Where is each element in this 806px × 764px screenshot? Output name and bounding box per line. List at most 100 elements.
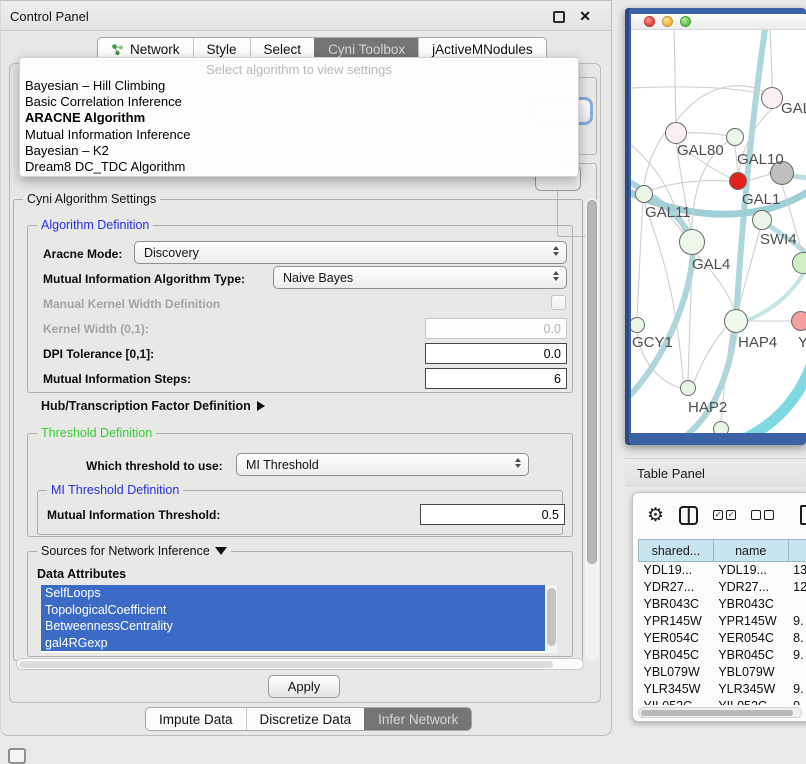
- close-icon[interactable]: ✕: [579, 8, 591, 25]
- horizontal-scrollbar-thumb[interactable]: [19, 661, 553, 668]
- control-panel: Control Panel ✕ NetworkStyleSelectCyni T…: [0, 0, 612, 736]
- table-row[interactable]: YDL19...YDL19...13: [639, 562, 806, 579]
- aracne-mode-select[interactable]: Discovery: [134, 241, 567, 264]
- tab-infer-network[interactable]: Infer Network: [364, 708, 471, 730]
- mi-algorithm-type-value: Naive Bayes: [283, 271, 353, 285]
- column-header-3[interactable]: [788, 540, 806, 562]
- apply-button[interactable]: Apply: [268, 675, 340, 698]
- cyni-settings-legend: Cyni Algorithm Settings: [23, 192, 160, 206]
- export-table-icon[interactable]: [800, 505, 806, 525]
- network-canvas[interactable]: GALGAL80GAL10GAL1GAL11SWI4GAL4GCY1HAP4YH…: [631, 30, 806, 433]
- float-window-icon[interactable]: [553, 11, 565, 23]
- dpi-tolerance-field[interactable]: 0.0: [425, 343, 567, 364]
- vertical-scrollbar-thumb[interactable]: [587, 200, 597, 564]
- table-row[interactable]: YBR043CYBR043C: [639, 596, 806, 613]
- node-gal11[interactable]: [635, 185, 653, 203]
- table-row[interactable]: YBL079WYBL079W: [639, 664, 806, 681]
- node-hap2[interactable]: [680, 380, 696, 396]
- tab-label: Infer Network: [378, 712, 458, 727]
- tab-label: Select: [264, 42, 302, 57]
- close-button[interactable]: [644, 16, 655, 27]
- which-threshold-select[interactable]: MI Threshold: [236, 453, 529, 476]
- mi-steps-label: Mutual Information Steps:: [43, 372, 191, 386]
- node-swi4[interactable]: [752, 210, 772, 230]
- algorithm-option-aracne-algorithm[interactable]: ARACNE Algorithm: [20, 110, 578, 126]
- network-window-titlebar: [631, 14, 806, 30]
- column-header-name[interactable]: name: [713, 540, 788, 562]
- attribute-item-betweennesscentrality[interactable]: BetweennessCentrality: [41, 618, 557, 635]
- mi-threshold-field[interactable]: 0.5: [420, 504, 565, 525]
- node-label-swi4: SWI4: [760, 231, 797, 248]
- mi-algorithm-type-select[interactable]: Naive Bayes: [273, 266, 567, 289]
- tab-discretize-data[interactable]: Discretize Data: [246, 708, 365, 730]
- table-row[interactable]: YIL052CYIL052C9: [639, 698, 806, 706]
- node-pink-top[interactable]: [761, 87, 783, 109]
- list-scrollbar-thumb[interactable]: [547, 588, 556, 646]
- network-view-frame: GALGAL80GAL10GAL1GAL11SWI4GAL4GCY1HAP4YH…: [631, 14, 806, 433]
- algorithm-option-bayesian-k2[interactable]: Bayesian – K2: [20, 143, 578, 159]
- attribute-item-selfloops[interactable]: SelfLoops: [41, 585, 557, 602]
- table-scrollbar-thumb[interactable]: [641, 710, 793, 717]
- mi-threshold-definition-legend: MI Threshold Definition: [47, 483, 183, 497]
- sources-legend[interactable]: Sources for Network Inference: [37, 544, 231, 558]
- table-row[interactable]: YPR145WYPR145W9.: [639, 613, 806, 630]
- node-gal10[interactable]: [726, 128, 744, 146]
- node-gal80[interactable]: [665, 122, 687, 144]
- table-horizontal-scrollbar[interactable]: [638, 707, 802, 718]
- tab-impute-data[interactable]: Impute Data: [146, 708, 246, 730]
- mi-algorithm-type-label: Mutual Information Algorithm Type:: [43, 272, 245, 286]
- table-row[interactable]: YBR045CYBR045C9.: [639, 647, 806, 664]
- unchecked-box-icon: [764, 510, 774, 520]
- deselect-all-icon[interactable]: [751, 510, 774, 520]
- column-header-shared[interactable]: shared...: [639, 540, 714, 562]
- table-cell: [788, 596, 806, 613]
- node-gal4[interactable]: [679, 229, 705, 255]
- table-cell: YLR345W: [639, 681, 714, 698]
- checked-box-icon: ✓: [726, 510, 736, 520]
- table-row[interactable]: YLR345WYLR345W9.: [639, 681, 806, 698]
- kernel-width-field[interactable]: 0.0: [425, 318, 567, 339]
- show-columns-icon[interactable]: [679, 506, 698, 525]
- hub-transcription-factor-expander[interactable]: Hub/Transcription Factor Definition: [41, 399, 265, 413]
- node-red[interactable]: [729, 172, 747, 190]
- node-hap4[interactable]: [724, 309, 748, 333]
- settings-horizontal-scrollbar[interactable]: [16, 658, 584, 670]
- checked-box-icon: ✓: [713, 510, 723, 520]
- tab-label: Style: [207, 42, 237, 57]
- network-icon: [111, 43, 124, 56]
- node-bottom[interactable]: [713, 421, 729, 433]
- attribute-item-topologicalcoefficient[interactable]: TopologicalCoefficient: [41, 602, 557, 619]
- table-cell: YDL19...: [639, 562, 714, 579]
- select-all-icon[interactable]: ✓✓: [713, 510, 736, 520]
- list-scrollbar[interactable]: [545, 585, 557, 653]
- node-label-gal11: GAL11: [645, 204, 691, 221]
- algorithm-option-basic-correlation-inference[interactable]: Basic Correlation Inference: [20, 94, 578, 110]
- threshold-definition-legend: Threshold Definition: [37, 426, 156, 440]
- table-cell: YIL052C: [639, 698, 714, 706]
- node-label-gal10: GAL10: [737, 151, 784, 168]
- manual-kernel-width-checkbox[interactable]: [551, 295, 566, 310]
- gear-icon[interactable]: ⚙: [647, 506, 664, 525]
- dropdown-prompt: Select algorithm to view settings: [20, 58, 578, 78]
- attribute-item-gal4rgexp[interactable]: gal4RGexp: [41, 635, 557, 652]
- node-label-hap4: HAP4: [738, 334, 777, 351]
- table-row[interactable]: YDR27...YDR27...12: [639, 579, 806, 596]
- algorithm-option-bayesian-hill-climbing[interactable]: Bayesian – Hill Climbing: [20, 78, 578, 94]
- node-label-gal1: GAL1: [742, 191, 780, 208]
- minimize-button[interactable]: [662, 16, 673, 27]
- table-row[interactable]: YER054CYER054C8.: [639, 630, 806, 647]
- table-cell: 12: [788, 579, 806, 596]
- mi-steps-field[interactable]: 6: [425, 368, 567, 389]
- table-cell: YBL079W: [639, 664, 714, 681]
- algorithm-option-dream8-dc-tdc-algorithm[interactable]: Dream8 DC_TDC Algorithm: [20, 159, 578, 175]
- tab-label: Discretize Data: [260, 712, 352, 727]
- node-pink-right[interactable]: [791, 311, 806, 331]
- node-label-gal: GAL: [781, 100, 806, 117]
- dropdown-item-list: Bayesian – Hill ClimbingBasic Correlatio…: [20, 78, 578, 175]
- zoom-button[interactable]: [680, 16, 691, 27]
- tab-label: Cyni Toolbox: [328, 42, 405, 57]
- settings-vertical-scrollbar[interactable]: [585, 198, 599, 660]
- algorithm-option-mutual-information-inference[interactable]: Mutual Information Inference: [20, 127, 578, 143]
- control-panel-titlebar: Control Panel ✕: [1, 1, 611, 31]
- tab-label: jActiveMNodules: [432, 42, 533, 57]
